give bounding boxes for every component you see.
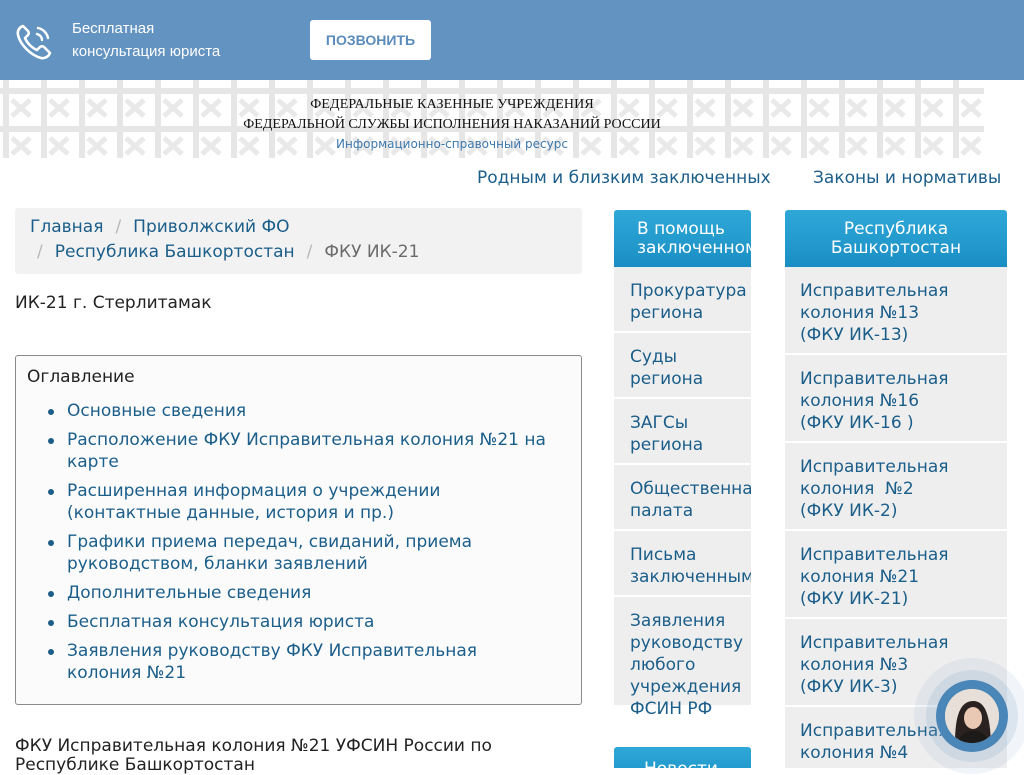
sidebar-item-ik16[interactable]: Исправительная колония №16 (ФКУ ИК-16 )	[785, 355, 1007, 443]
breadcrumb-separator: /	[37, 242, 43, 262]
breadcrumb-region[interactable]: Республика Башкортостан	[55, 242, 295, 262]
toc-item[interactable]: Заявления руководству ФКУ Исправительная…	[48, 640, 572, 684]
sidebar-item-public-chamber[interactable]: Общественная палата	[614, 465, 751, 531]
sidebar-item-ik21[interactable]: Исправительная колония №21 (ФКУ ИК-21)	[785, 531, 1007, 619]
call-button[interactable]: ПОЗВОНИТЬ	[310, 20, 431, 60]
site-banner[interactable]: ФЕДЕРАЛЬНЫЕ КАЗЕННЫЕ УЧРЕЖДЕНИЯ ФЕДЕРАЛЬ…	[0, 80, 1024, 158]
sidebar-item-ik13[interactable]: Исправительная колония №13 (ФКУ ИК-13)	[785, 267, 1007, 355]
intro-line: Республике Башкортостан	[15, 755, 255, 775]
sidebar-item-letters[interactable]: Письма заключенным	[614, 531, 751, 597]
sidebar-item-applications[interactable]: Заявления руководству любого учреждения ФСИН…	[614, 597, 751, 719]
breadcrumb-separator: /	[115, 217, 122, 237]
consultation-text: Бесплатная консультация юриста	[72, 17, 220, 63]
breadcrumb: Главная / Приволжский ФО / Республика Башко…	[15, 208, 582, 274]
toc-item[interactable]: Графики приема передач, свиданий, приема…	[48, 531, 572, 575]
breadcrumb-district[interactable]: Приволжский ФО	[133, 217, 289, 237]
lawyer-avatar[interactable]	[945, 689, 999, 743]
consultation-line: консультация юриста	[72, 43, 221, 60]
phone-icon[interactable]	[14, 22, 54, 62]
table-of-contents: Оглавление Основные сведения Расположени…	[15, 355, 582, 705]
nav-relatives-link[interactable]: Родным и близким заключенных	[477, 168, 771, 188]
toc-title: Оглавление	[27, 367, 135, 387]
banner-title: ФЕДЕРАЛЬНЫЕ КАЗЕННЫЕ УЧРЕЖДЕНИЯ	[310, 97, 594, 112]
breadcrumb-home[interactable]: Главная	[30, 217, 103, 237]
toc-list: Основные сведения Расположение ФКУ Испра…	[16, 400, 572, 691]
sidebar-region-title: Республика Башкортостан	[785, 210, 1007, 267]
breadcrumb-separator: /	[306, 242, 313, 262]
chat-widget-button[interactable]	[936, 680, 1008, 752]
sidebar-item-courts[interactable]: Суды региона	[614, 333, 751, 399]
toc-item[interactable]: Расположение ФКУ Исправительная колония …	[48, 429, 572, 473]
toc-item[interactable]: Дополнительные сведения	[48, 582, 572, 604]
intro-paragraph: ФКУ Исправительная колония №21 УФСИН Рос…	[15, 737, 575, 775]
nav-laws-link[interactable]: Законы и нормативы	[813, 168, 1001, 188]
toc-item[interactable]: Основные сведения	[48, 400, 572, 422]
breadcrumb-current: ФКУ ИК-21	[324, 242, 420, 262]
sidebar-news-title: Новости	[614, 747, 751, 768]
page-title: ИК-21 г. Стерлитамак	[15, 293, 212, 313]
toc-item[interactable]: Расширенная информация о учреждении (конт…	[48, 480, 572, 524]
sidebar-item-prosecutor[interactable]: Прокуратура региона	[614, 267, 751, 333]
banner-subtitle: ФЕДЕРАЛЬНОЙ СЛУЖБЫ ИСПОЛНЕНИЯ НАКАЗАНИЙ …	[243, 117, 661, 132]
consultation-line: Бесплатная	[72, 20, 155, 37]
sidebar-help: В помощьзаключенному Прокуратурарегиона …	[614, 210, 751, 768]
toc-item[interactable]: Бесплатная консультация юриста	[48, 611, 572, 633]
sidebar-item-ik2[interactable]: Исправительная колония №2 (ФКУ ИК-2)	[785, 443, 1007, 531]
intro-line: ФКУ Исправительная колония №21 УФСИН Рос…	[15, 736, 492, 756]
sidebar-item-registry[interactable]: ЗАГСы региона	[614, 399, 751, 465]
banner-tagline: Информационно-справочный ресурс	[336, 137, 568, 151]
consultation-bar: Бесплатная консультация юриста ПОЗВОНИТЬ	[0, 0, 1024, 80]
sidebar-help-title: В помощьзаключенному	[614, 210, 751, 267]
